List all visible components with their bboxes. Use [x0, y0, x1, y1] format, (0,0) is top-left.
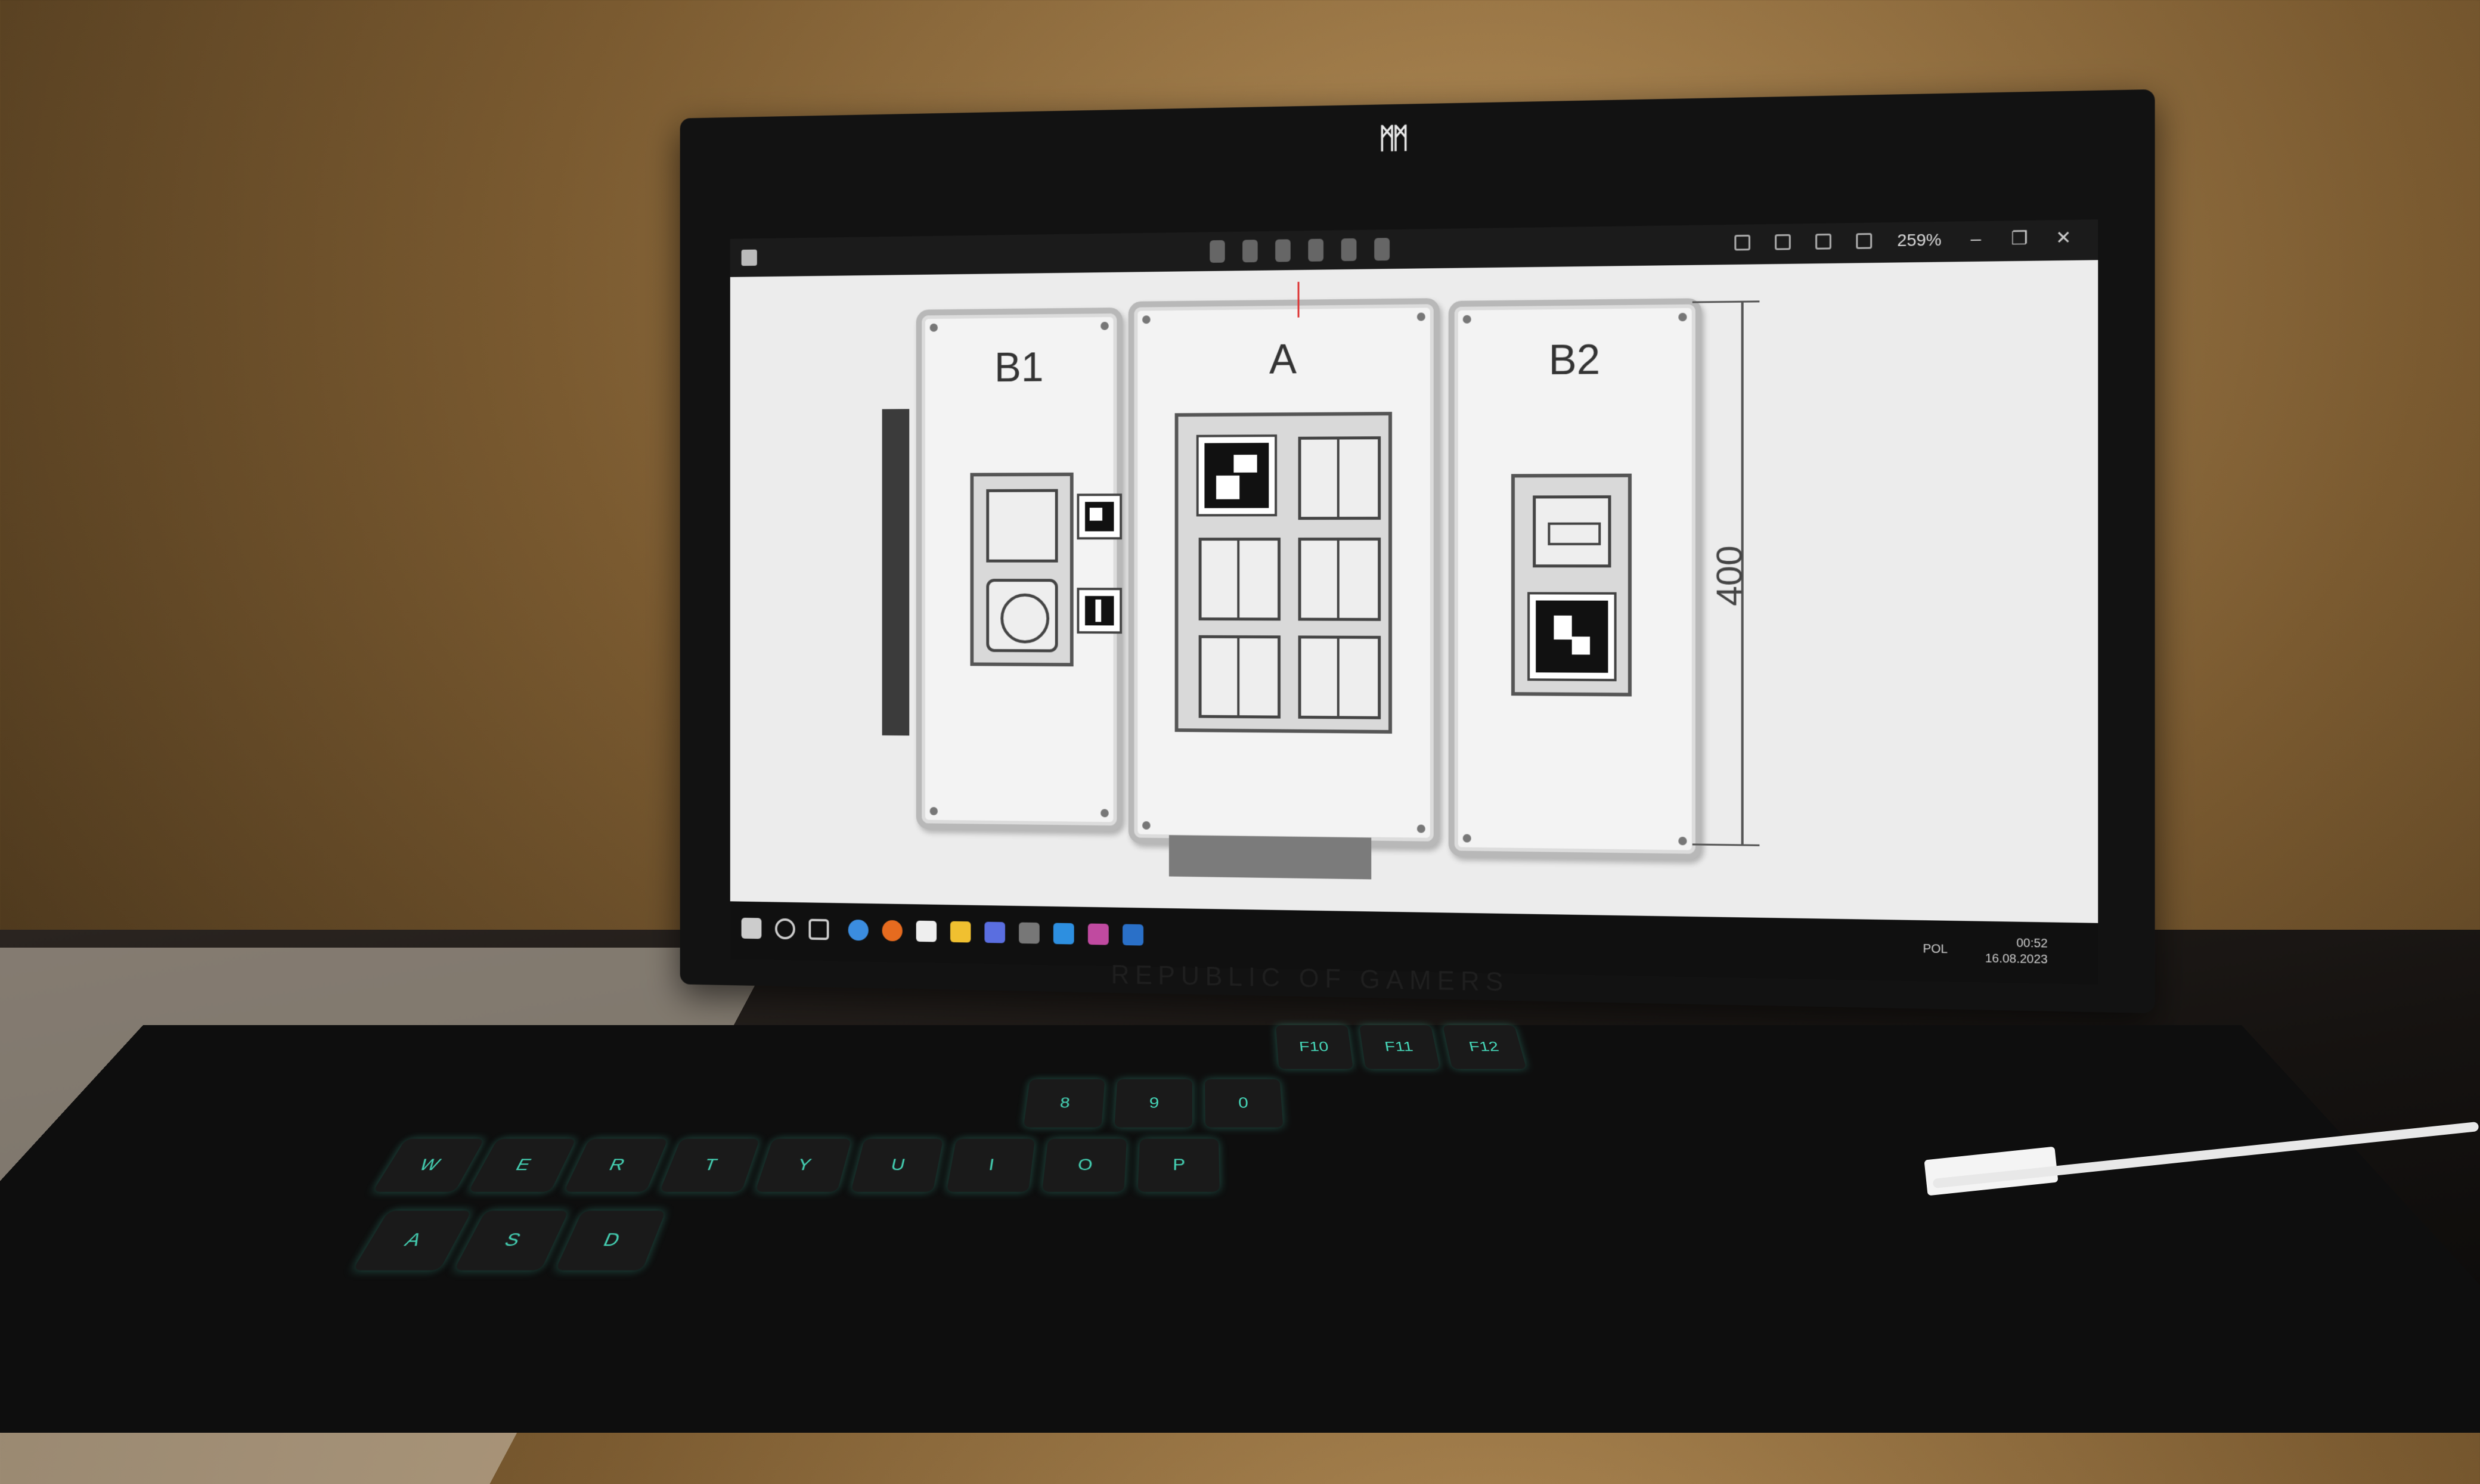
app-icon[interactable]: [1123, 924, 1143, 945]
laptop-lid: ᛗᛗ 259% – ❐ ✕ B1 A B2 400 POL 00:52 16.0…: [680, 89, 2155, 1013]
key[interactable]: 9: [1114, 1079, 1192, 1128]
aruco-marker-icon: [1530, 594, 1614, 679]
double-switch: [1298, 538, 1381, 621]
key[interactable]: O: [1042, 1139, 1127, 1192]
search-icon[interactable]: [775, 918, 795, 940]
key[interactable]: 0: [1205, 1079, 1284, 1128]
language-indicator[interactable]: POL: [1923, 942, 1948, 957]
rog-logo-icon: ᛗᛗ: [1362, 122, 1421, 159]
laptop-screen: 259% – ❐ ✕ B1 A B2 400 POL 00:52 16.08.2…: [730, 219, 2098, 985]
view-tool-icon[interactable]: [1242, 240, 1258, 262]
app-icon[interactable]: [984, 922, 1005, 943]
maximize-button[interactable]: ❐: [2010, 228, 2029, 249]
screw-icon: [930, 807, 938, 815]
clock[interactable]: 00:52 16.08.2023: [1985, 935, 2048, 967]
view-tool-icon[interactable]: [1275, 239, 1291, 262]
dimension-value: 400: [1708, 545, 1750, 606]
screw-icon: [1417, 312, 1425, 321]
key[interactable]: U: [851, 1139, 943, 1192]
panel-b2[interactable]: B2: [1449, 298, 1701, 860]
notes-icon[interactable]: [916, 921, 937, 942]
zoom-out-icon[interactable]: [1856, 232, 1873, 249]
key[interactable]: W: [373, 1139, 485, 1192]
keyboard: W E R T Y U I O P A S D F10 F11 F12 8 9 …: [0, 1025, 2480, 1433]
page-icon[interactable]: [1775, 234, 1791, 250]
screw-icon: [1142, 821, 1151, 830]
key-switch-module: [1511, 474, 1632, 697]
screw-icon: [930, 324, 938, 332]
close-button[interactable]: ✕: [2054, 227, 2073, 249]
chrome-icon[interactable]: [848, 920, 869, 941]
blank-switch: [986, 489, 1058, 563]
firefox-icon[interactable]: [882, 920, 903, 942]
app-icon[interactable]: [742, 250, 757, 266]
double-switch: [1199, 635, 1281, 719]
panel-a[interactable]: A: [1129, 298, 1440, 847]
expand-icon[interactable]: [1735, 234, 1751, 250]
double-switch: [1298, 436, 1381, 520]
panel-b1[interactable]: B1: [916, 308, 1123, 831]
clock-date: 16.08.2023: [1985, 951, 2048, 968]
aruco-marker-icon: [1079, 496, 1120, 537]
toolbar: [1210, 238, 1390, 263]
key[interactable]: P: [1137, 1139, 1219, 1192]
aruco-marker-icon: [1079, 590, 1120, 631]
key[interactable]: R: [564, 1139, 668, 1192]
clock-time: 00:52: [1985, 935, 2048, 951]
key[interactable]: E: [468, 1139, 576, 1192]
screw-icon: [1463, 834, 1471, 842]
key[interactable]: D: [555, 1210, 665, 1270]
double-switch: [1199, 538, 1281, 620]
key[interactable]: S: [454, 1210, 569, 1270]
zoom-in-icon[interactable]: [1815, 233, 1831, 249]
drawing-canvas[interactable]: B1 A B2 400: [730, 260, 2098, 924]
panel-b1-side-rail: [882, 409, 910, 735]
screw-icon: [1417, 824, 1425, 833]
screw-icon: [1678, 837, 1687, 845]
view-tool-icon[interactable]: [1341, 238, 1357, 261]
key[interactable]: F11: [1359, 1025, 1440, 1069]
panel-a-bottom-mount: [1169, 835, 1371, 879]
key[interactable]: Y: [755, 1139, 852, 1192]
app-icon[interactable]: [1088, 923, 1109, 945]
key[interactable]: F10: [1276, 1025, 1353, 1069]
double-switch: [1298, 635, 1381, 719]
folder-icon[interactable]: [950, 921, 971, 943]
zoom-level[interactable]: 259%: [1897, 230, 1942, 250]
panel-label: B2: [1455, 334, 1695, 384]
minimize-button[interactable]: –: [1967, 229, 1985, 250]
screw-icon: [1463, 315, 1471, 324]
socket-module: [970, 473, 1073, 666]
key[interactable]: F12: [1443, 1025, 1527, 1069]
key-switch-icon: [1533, 495, 1611, 567]
screw-icon: [1678, 313, 1687, 321]
dimension-tick: [1692, 300, 1760, 303]
switch-module: [1175, 412, 1392, 734]
key[interactable]: 8: [1024, 1079, 1105, 1128]
aruco-marker-icon: [1199, 437, 1275, 514]
key[interactable]: T: [659, 1139, 760, 1192]
power-socket-icon: [986, 579, 1058, 652]
view-tool-icon[interactable]: [1374, 238, 1390, 260]
screw-icon: [1100, 809, 1109, 817]
origin-axis: [1298, 282, 1300, 318]
screw-icon: [1142, 315, 1151, 324]
app-icon[interactable]: [1019, 923, 1040, 944]
key[interactable]: I: [947, 1139, 1036, 1192]
titlebar-right: 259% – ❐ ✕: [1735, 227, 2073, 253]
view-tool-icon[interactable]: [1308, 239, 1323, 262]
screw-icon: [1100, 322, 1109, 330]
windows-start-icon[interactable]: [742, 918, 762, 939]
dimension-tick: [1692, 843, 1760, 846]
view-tool-icon[interactable]: [1210, 240, 1224, 263]
key[interactable]: A: [352, 1210, 472, 1270]
vscode-icon[interactable]: [1053, 923, 1074, 945]
panel-label: B1: [922, 343, 1117, 391]
task-view-icon[interactable]: [809, 919, 829, 940]
panel-label: A: [1134, 334, 1433, 384]
